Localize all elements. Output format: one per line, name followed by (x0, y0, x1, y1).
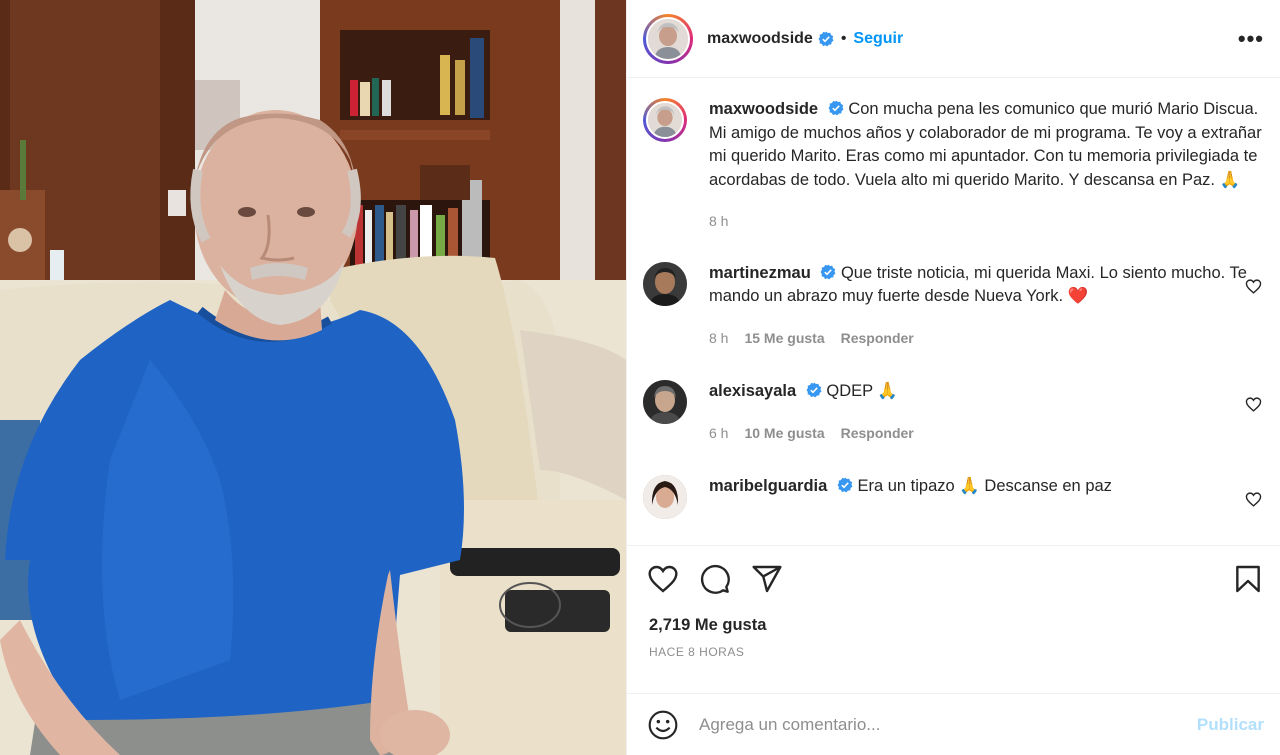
verified-badge-icon (820, 264, 836, 279)
author-username[interactable]: maxwoodside (707, 30, 813, 48)
comment-username[interactable]: maribelguardia (709, 477, 827, 495)
comment-row: maribelguardia Era un tipazo 🙏 Descanse … (643, 475, 1264, 519)
verified-badge-icon (818, 31, 834, 46)
post-photo-image (0, 0, 626, 755)
comment-like-heart-icon[interactable] (1245, 491, 1262, 508)
comment-avatar[interactable] (643, 475, 687, 519)
comment-username[interactable]: alexisayala (709, 382, 796, 400)
verified-badge-icon (806, 382, 822, 398)
post-timestamp[interactable]: HACE 8 HORAS (627, 645, 1280, 663)
comment-time[interactable]: 8 h (709, 327, 728, 351)
caption-row: maxwoodside Con mucha pena les comunico … (643, 98, 1264, 234)
author-avatar-image (646, 16, 690, 61)
comment-text: Era un tipazo 🙏 Descanse en paz (857, 477, 1112, 495)
caption-meta: 8 h (709, 210, 1264, 234)
post-sidebar: maxwoodside • Seguir ••• maxwoodside Con… (626, 0, 1280, 755)
follow-button[interactable]: Seguir (853, 30, 903, 48)
comment-avatar[interactable] (643, 261, 687, 306)
like-heart-icon[interactable] (647, 563, 679, 595)
post-modal: maxwoodside • Seguir ••• maxwoodside Con… (0, 0, 1280, 755)
comment-body: alexisayala QDEP 🙏 6 h 10 Me gusta Respo… (709, 380, 1264, 445)
reply-button[interactable]: Responder (841, 422, 914, 446)
comment-row: alexisayala QDEP 🙏 6 h 10 Me gusta Respo… (643, 380, 1264, 445)
comment-row: martinezmau Que triste noticia, mi queri… (643, 261, 1264, 351)
verified-badge-icon (828, 100, 844, 116)
share-send-icon[interactable] (751, 563, 783, 595)
caption-body: maxwoodside Con mucha pena les comunico … (709, 98, 1264, 234)
comment-meta: 8 h 15 Me gusta Responder (709, 327, 1264, 351)
author-avatar[interactable] (643, 13, 693, 64)
comment-meta: 6 h 10 Me gusta Responder (709, 422, 1264, 446)
caption-time[interactable]: 8 h (709, 210, 728, 234)
caption-avatar[interactable] (643, 98, 687, 142)
likes-count[interactable]: 2,719 Me gusta (627, 611, 1280, 639)
caption-username[interactable]: maxwoodside (709, 100, 818, 118)
comment-avatar[interactable] (643, 380, 687, 424)
comment-bubble-icon[interactable] (699, 563, 731, 595)
comment-like-heart-icon[interactable] (1245, 396, 1262, 413)
save-bookmark-icon[interactable] (1232, 563, 1264, 595)
add-comment-bar: Publicar (627, 693, 1280, 755)
header-separator: • (840, 29, 847, 47)
comment-time[interactable]: 6 h (709, 422, 728, 446)
more-options-button[interactable]: ••• (1238, 26, 1264, 52)
comment-likes[interactable]: 10 Me gusta (744, 422, 824, 446)
emoji-picker-icon[interactable] (647, 709, 679, 741)
caption-avatar-image (646, 101, 684, 139)
post-actions (627, 545, 1280, 611)
verified-badge-icon (837, 477, 853, 493)
comment-body: martinezmau Que triste noticia, mi queri… (709, 262, 1264, 351)
comment-input[interactable] (699, 714, 1197, 735)
comment-likes[interactable]: 15 Me gusta (744, 327, 824, 351)
comments-list[interactable]: maxwoodside Con mucha pena les comunico … (627, 78, 1280, 545)
post-header: maxwoodside • Seguir ••• (627, 0, 1280, 78)
comment-username[interactable]: martinezmau (709, 264, 811, 282)
comment-body: maribelguardia Era un tipazo 🙏 Descanse … (709, 475, 1264, 499)
publish-button[interactable]: Publicar (1197, 715, 1264, 735)
post-photo[interactable] (0, 0, 626, 755)
reply-button[interactable]: Responder (841, 327, 914, 351)
comment-text: QDEP 🙏 (826, 382, 898, 400)
comment-like-heart-icon[interactable] (1245, 278, 1262, 295)
